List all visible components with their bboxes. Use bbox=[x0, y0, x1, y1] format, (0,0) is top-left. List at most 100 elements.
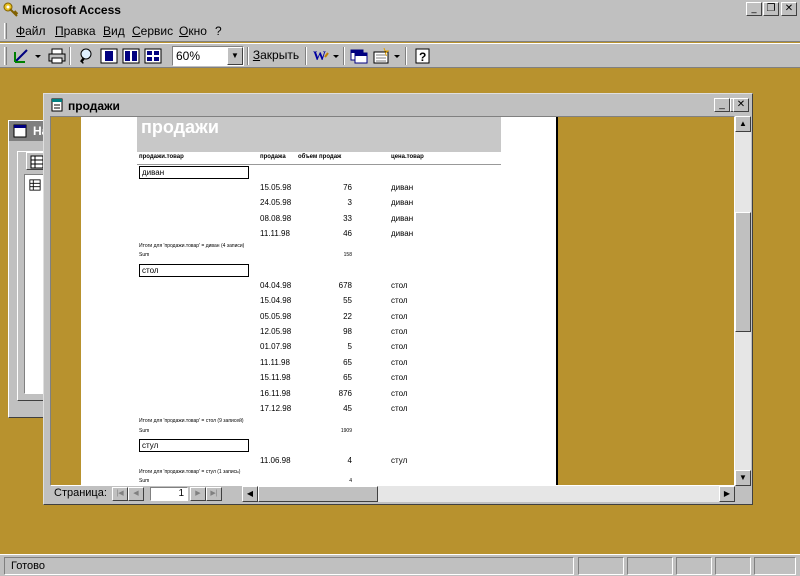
office-links-dropdown-arrow[interactable] bbox=[330, 46, 340, 66]
group-summary: Итоги для 'продажи.товар' = стул (1 запи… bbox=[139, 469, 241, 475]
scroll-up-icon[interactable]: ▲ bbox=[735, 116, 751, 132]
cell-date: 04.04.98 bbox=[260, 281, 292, 290]
scroll-left-icon[interactable]: ◀ bbox=[242, 486, 258, 502]
help-button[interactable]: ? bbox=[411, 46, 433, 66]
sum-value: 4 bbox=[349, 478, 352, 484]
close-preview-button[interactable]: Закрыть bbox=[250, 46, 302, 66]
multiple-pages-icon bbox=[144, 48, 162, 64]
menu-window[interactable]: Окно bbox=[179, 24, 207, 38]
cell-qty: 55 bbox=[343, 296, 352, 305]
report-title: продажи bbox=[141, 117, 219, 137]
cell-qty: 3 bbox=[347, 198, 352, 207]
new-object-icon bbox=[373, 48, 390, 64]
report-header-band: продажи bbox=[137, 117, 501, 152]
cell-product: стол bbox=[391, 312, 408, 321]
scroll-down-icon[interactable]: ▼ bbox=[735, 470, 751, 486]
menu-view[interactable]: Вид bbox=[103, 24, 125, 38]
horizontal-scrollbar[interactable]: ◀ ▶ bbox=[242, 486, 735, 502]
view-dropdown-arrow[interactable] bbox=[32, 46, 42, 66]
new-object-dropdown-arrow[interactable] bbox=[391, 46, 401, 66]
page-label: Страница: bbox=[54, 487, 107, 499]
report-window-title: продажи bbox=[68, 99, 120, 113]
cell-qty: 76 bbox=[343, 183, 352, 192]
close-icon[interactable]: ✕ bbox=[781, 2, 797, 16]
print-preview-area[interactable]: продажи продажи.товар продажа объем прод… bbox=[50, 116, 735, 486]
restore-icon[interactable]: ❐ bbox=[763, 2, 779, 16]
svg-text:W: W bbox=[313, 48, 326, 63]
menu-grip[interactable] bbox=[4, 23, 7, 39]
cell-qty: 45 bbox=[343, 404, 352, 413]
horizontal-scroll-thumb[interactable] bbox=[258, 486, 378, 502]
cell-qty: 98 bbox=[343, 327, 352, 336]
cell-date: 16.11.98 bbox=[260, 389, 291, 398]
toolbar-separator bbox=[247, 47, 249, 65]
record-navigation-bar: Страница: |◀ ◀ 1 ▶ ▶| ◀ ▶ bbox=[50, 486, 735, 502]
cell-product: диван bbox=[391, 183, 414, 192]
cell-date: 24.05.98 bbox=[260, 198, 292, 207]
group-summary: Итоги для 'продажи.товар' = диван (4 зап… bbox=[139, 243, 245, 249]
access-key-icon[interactable] bbox=[3, 2, 19, 18]
cell-product: стол bbox=[391, 327, 408, 336]
toolbar-separator bbox=[305, 47, 307, 65]
group-header-stol: стол bbox=[139, 264, 249, 277]
multiple-pages-button[interactable] bbox=[141, 46, 163, 66]
report-preview-window[interactable]: продажи _ □ ✕ продажи продажи.товар прод… bbox=[43, 93, 753, 505]
vertical-scrollbar[interactable]: ▲ ▼ bbox=[735, 116, 751, 486]
menu-edit[interactable]: Правка bbox=[55, 24, 96, 38]
office-links-button[interactable]: W bbox=[309, 46, 331, 66]
print-button[interactable] bbox=[45, 46, 67, 66]
cell-date: 01.07.98 bbox=[260, 342, 292, 351]
cell-product: диван bbox=[391, 198, 414, 207]
view-design-button[interactable] bbox=[10, 46, 32, 66]
cell-product: диван bbox=[391, 214, 414, 223]
report-page[interactable]: продажи продажи.товар продажа объем прод… bbox=[81, 117, 558, 485]
minimize-icon[interactable]: _ bbox=[746, 2, 762, 16]
next-page-icon[interactable]: ▶ bbox=[190, 487, 206, 501]
chevron-down-icon[interactable]: ▼ bbox=[227, 47, 243, 65]
sum-value: 1909 bbox=[340, 428, 352, 434]
new-object-button[interactable] bbox=[369, 46, 391, 66]
cell-qty: 22 bbox=[343, 312, 352, 321]
report-window-title-bar[interactable]: продажи _ □ bbox=[46, 96, 750, 115]
column-header-product: продажи.товар bbox=[139, 154, 184, 160]
scroll-right-icon[interactable]: ▶ bbox=[719, 486, 735, 502]
cell-qty: 46 bbox=[343, 229, 352, 238]
table-icon bbox=[29, 179, 41, 191]
status-panel bbox=[715, 557, 751, 575]
minimize-icon[interactable]: _ bbox=[714, 98, 730, 112]
toolbar-separator bbox=[405, 47, 407, 65]
last-page-icon[interactable]: ▶| bbox=[206, 487, 222, 501]
cell-date: 11.06.98 bbox=[260, 456, 291, 465]
database-window-button[interactable] bbox=[347, 46, 369, 66]
zoom-button[interactable] bbox=[75, 46, 97, 66]
one-page-button[interactable] bbox=[97, 46, 119, 66]
report-icon bbox=[50, 98, 64, 115]
first-page-icon[interactable]: |◀ bbox=[112, 487, 128, 501]
previous-page-icon[interactable]: ◀ bbox=[128, 487, 144, 501]
close-icon[interactable]: ✕ bbox=[733, 98, 749, 112]
page-number-input[interactable]: 1 bbox=[150, 487, 188, 501]
cell-date: 17.12.98 bbox=[260, 404, 292, 413]
cell-qty: 65 bbox=[343, 373, 352, 382]
menu-file[interactable]: Файл bbox=[16, 24, 46, 38]
cell-date: 08.08.98 bbox=[260, 214, 292, 223]
chevron-down-icon bbox=[35, 55, 41, 58]
app-title-bar[interactable]: Microsoft Access _ ❐ ✕ bbox=[0, 0, 800, 20]
cell-product: стол bbox=[391, 342, 408, 351]
cell-product: стол bbox=[391, 389, 408, 398]
vertical-scroll-thumb[interactable] bbox=[735, 212, 751, 332]
zoom-select[interactable]: 60% ▼ bbox=[172, 46, 244, 66]
toolbar-grip[interactable] bbox=[4, 47, 7, 65]
status-panel bbox=[578, 557, 624, 575]
zoom-value: 60% bbox=[176, 49, 201, 63]
cell-qty: 65 bbox=[343, 358, 352, 367]
column-header-price: цена.товар bbox=[391, 154, 424, 160]
status-panel bbox=[754, 557, 796, 575]
menu-tools[interactable]: Сервис bbox=[132, 24, 173, 38]
cell-date: 15.05.98 bbox=[260, 183, 292, 192]
cell-product: стол bbox=[391, 296, 408, 305]
cell-qty: 678 bbox=[338, 281, 352, 290]
two-pages-button[interactable] bbox=[119, 46, 141, 66]
menu-help[interactable]: ? bbox=[215, 24, 222, 38]
cell-date: 15.11.98 bbox=[260, 373, 291, 382]
